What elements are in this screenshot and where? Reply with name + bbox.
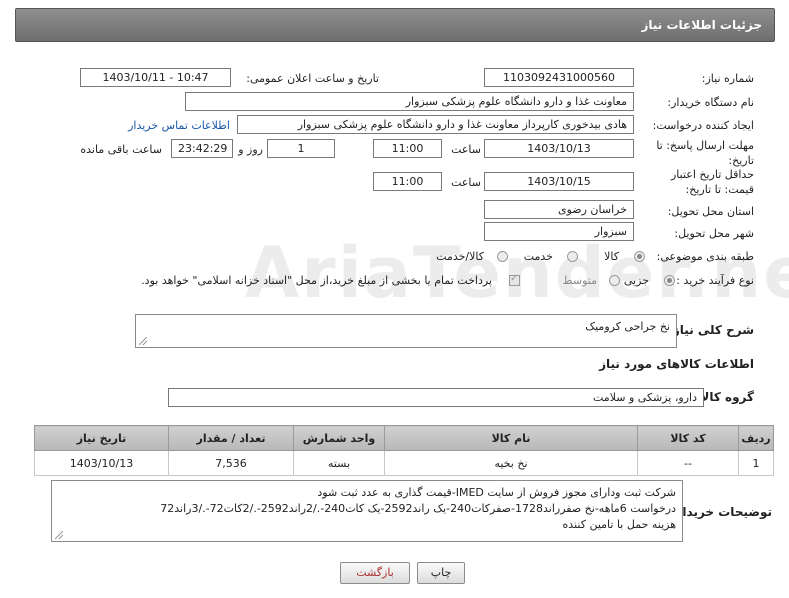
cell-code: -- [637, 450, 739, 476]
col-header-name: نام کالا [384, 425, 638, 451]
city-field: سبزوار [484, 222, 634, 241]
resize-handle[interactable] [55, 531, 63, 539]
buyer-notes-line-2: درخواست 6ماهه-نخ صفرراند1728-صفرکات240-ی… [160, 502, 676, 515]
col-header-unit: واحد شمارش [293, 425, 385, 451]
col-header-quantity: تعداد / مقدار [168, 425, 294, 451]
summary-label: شرح کلی نیاز: [668, 323, 754, 337]
page-header: جزئیات اطلاعات نیاز [15, 8, 775, 42]
goods-group-label: گروه کالا: [695, 390, 754, 404]
announce-date-label: تاریخ و ساعت اعلان عمومی: [246, 72, 379, 85]
buyer-notes-textarea: شرکت ثبت ودارای مجوز فروش از سایت IMED-ق… [51, 480, 683, 542]
process-type-label: نوع فرآیند خرید : [676, 274, 754, 287]
summary-text: نخ جراحی کرومیک [585, 320, 670, 333]
table-header-row: ردیف کد کالا نام کالا واحد شمارش تعداد /… [34, 425, 774, 451]
process-option-medium: متوسط [562, 274, 597, 287]
category-label: طبقه بندی موضوعی: [656, 250, 754, 263]
col-header-need-date: تاریخ نیاز [34, 425, 169, 451]
process-radio-minor[interactable] [664, 275, 675, 286]
days-field: 1 [267, 139, 335, 158]
city-label: شهر محل تحویل: [674, 227, 754, 240]
buyer-notes-line-3: هزینه حمل با تامین کننده [562, 518, 676, 531]
need-number-field: 1103092431000560 [484, 68, 634, 87]
items-table: ردیف کد کالا نام کالا واحد شمارش تعداد /… [34, 425, 774, 476]
buyer-org-label: نام دستگاه خریدار: [667, 96, 754, 109]
creator-label: ایجاد کننده درخواست: [652, 119, 754, 132]
table-row: 1 -- نخ بخیه بسته 7,536 1403/10/13 [34, 450, 774, 476]
category-option-service: خدمت [523, 250, 553, 263]
back-button[interactable]: بازگشت [340, 562, 410, 584]
deadline-time-label: ساعت [451, 143, 481, 156]
page-title: جزئیات اطلاعات نیاز [641, 18, 762, 32]
cell-unit: بسته [293, 450, 385, 476]
remaining-time-field: 23:42:29 [171, 139, 233, 158]
province-label: استان محل تحویل: [667, 205, 754, 218]
category-radio-goods[interactable] [634, 251, 645, 262]
buyer-notes-line-1: شرکت ثبت ودارای مجوز فروش از سایت IMED-ق… [317, 486, 676, 499]
goods-group-field: دارو، پزشکی و سلامت [168, 388, 704, 407]
goods-section-title: اطلاعات کالاهای مورد نیاز [599, 357, 754, 371]
deadline-label: مهلت ارسال پاسخ: تا تاریخ: [656, 139, 754, 167]
deadline-time-field: 11:00 [373, 139, 442, 158]
cell-need-date: 1403/10/13 [34, 450, 169, 476]
validity-date-field: 1403/10/15 [484, 172, 634, 191]
buyer-contact-link[interactable]: اطلاعات تماس خریدار [128, 119, 230, 132]
province-field: خراسان رضوی [484, 200, 634, 219]
creator-field: هادی بیدخوری کارپرداز معاونت غذا و دارو … [237, 115, 634, 134]
treasury-payment-note: پرداخت تمام یا بخشی از مبلغ خرید،از محل … [141, 274, 492, 287]
min-validity-label: حداقل تاریخ اعتبار قیمت: تا تاریخ: [670, 168, 754, 196]
buyer-notes-label: توضیحات خریدار: [670, 505, 772, 519]
resize-handle[interactable] [139, 337, 147, 345]
remaining-time-label: ساعت باقی مانده [80, 143, 162, 156]
process-radio-medium[interactable] [609, 275, 620, 286]
print-button[interactable]: چاپ [417, 562, 465, 584]
process-option-minor: جزیی [623, 274, 649, 287]
cell-quantity: 7,536 [168, 450, 294, 476]
validity-time-label: ساعت [451, 176, 481, 189]
validity-time-field: 11:00 [373, 172, 442, 191]
need-number-label: شماره نیاز: [701, 72, 754, 85]
col-header-row-number: ردیف [738, 425, 774, 451]
summary-textarea: نخ جراحی کرومیک [135, 314, 677, 348]
category-option-goods: کالا [604, 250, 619, 263]
announce-date-field: 1403/10/11 - 10:47 [80, 68, 231, 87]
col-header-code: کد کالا [637, 425, 739, 451]
days-label: روز و [238, 143, 263, 156]
category-option-both: کالا/خدمت [436, 250, 484, 263]
cell-row-number: 1 [738, 450, 774, 476]
buyer-org-field: معاونت غذا و دارو دانشگاه علوم پزشکی سبز… [185, 92, 634, 111]
category-radio-both[interactable] [497, 251, 508, 262]
cell-name: نخ بخیه [384, 450, 638, 476]
deadline-date-field: 1403/10/13 [484, 139, 634, 158]
category-radio-service[interactable] [567, 251, 578, 262]
treasury-payment-checkbox[interactable] [509, 273, 520, 286]
